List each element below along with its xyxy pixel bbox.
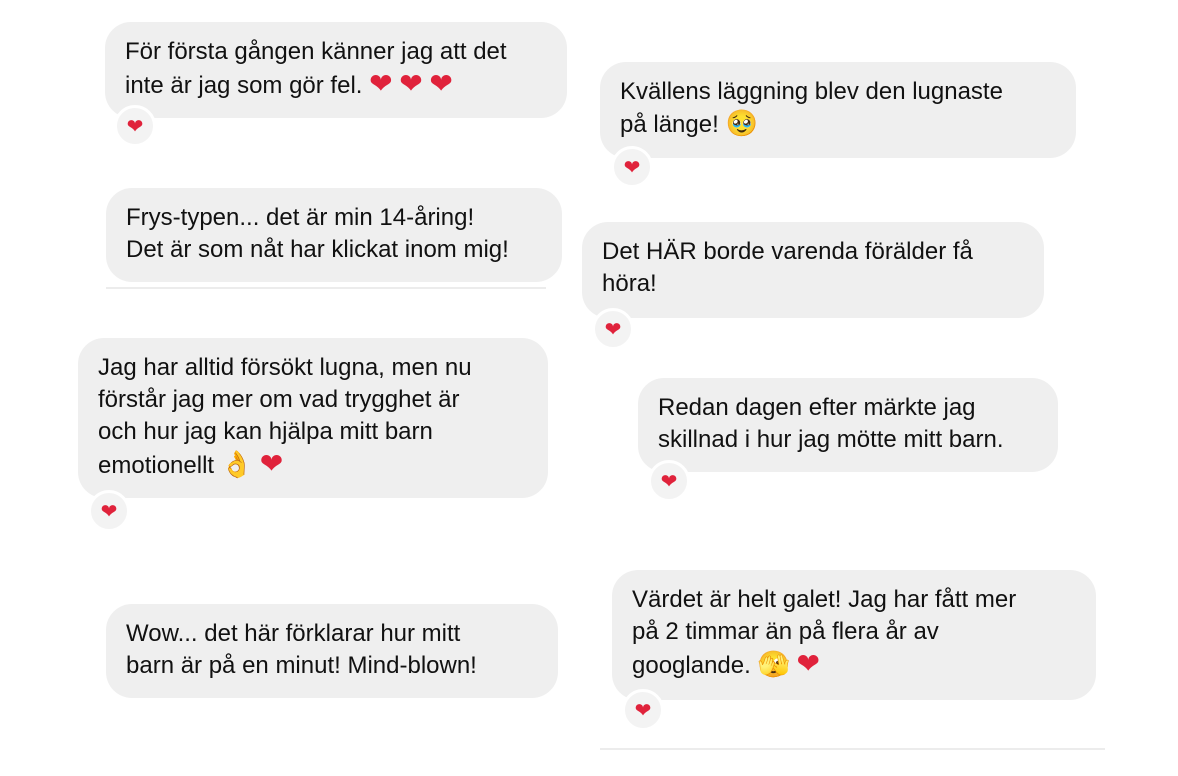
message-bubble[interactable]: Frys-typen... det är min 14-åring! Det ä…: [106, 188, 562, 282]
message-bubble[interactable]: Jag har alltid försökt lugna, men nu för…: [78, 338, 548, 498]
message-text: Redan dagen efter märkte jag: [658, 394, 976, 421]
pleading-face-emoji: 🥹: [725, 109, 758, 139]
message-text: skillnad i hur jag mötte mitt barn.: [658, 426, 1004, 453]
message-bubble[interactable]: Värdet är helt galet! Jag har fått mer p…: [612, 570, 1096, 700]
message-text: Värdet är helt galet! Jag har fått mer: [632, 586, 1017, 613]
heart-reaction-icon[interactable]: ❤: [592, 308, 634, 350]
heart-reaction-icon[interactable]: ❤: [114, 105, 156, 147]
divider: [600, 748, 1105, 750]
heart-emoji: ❤: [399, 67, 423, 100]
message-bubble[interactable]: Kvällens läggning blev den lugnaste på l…: [600, 62, 1076, 158]
heart-emoji: ❤: [429, 67, 453, 100]
message-bubble[interactable]: Det HÄR borde varenda förälder få höra!: [582, 222, 1044, 318]
heart-emoji: ❤: [796, 647, 820, 680]
message-bubble[interactable]: Redan dagen efter märkte jag skillnad i …: [638, 378, 1058, 472]
message-text: googlande.: [632, 652, 751, 679]
message-text: Det är som nåt har klickat inom mig!: [126, 236, 509, 263]
message-text: på länge!: [620, 111, 719, 138]
message-text: Kvällens läggning blev den lugnaste: [620, 78, 1003, 105]
message-bubble[interactable]: För första gången känner jag att det int…: [105, 22, 567, 118]
message-text: Jag har alltid försökt lugna, men nu: [98, 354, 472, 381]
heart-reaction-icon[interactable]: ❤: [622, 689, 664, 731]
message-text: Frys-typen... det är min 14-åring!: [126, 204, 475, 231]
divider: [106, 287, 546, 289]
ok-hand-emoji: 👌: [220, 450, 254, 480]
heart-reaction-icon[interactable]: ❤: [648, 460, 690, 502]
message-text: inte är jag som gör fel.: [125, 72, 363, 99]
heart-emoji: ❤: [369, 67, 393, 100]
message-text: Wow... det här förklarar hur mitt: [126, 620, 461, 647]
message-text: barn är på en minut! Mind-blown!: [126, 652, 477, 679]
heart-reaction-icon[interactable]: ❤: [88, 490, 130, 532]
peeking-face-emoji: 🫣: [757, 650, 790, 680]
message-text: på 2 timmar än på flera år av: [632, 618, 939, 645]
heart-emoji: ❤: [259, 447, 284, 480]
message-text: höra!: [602, 270, 657, 297]
message-text: och hur jag kan hjälpa mitt barn: [98, 418, 433, 445]
heart-reaction-icon[interactable]: ❤: [611, 146, 653, 188]
message-text: emotionellt: [98, 452, 215, 479]
message-text: förstår jag mer om vad trygghet är: [98, 386, 460, 413]
message-text: För första gången känner jag att det: [125, 38, 507, 65]
message-bubble[interactable]: Wow... det här förklarar hur mitt barn ä…: [106, 604, 558, 698]
message-text: Det HÄR borde varenda förälder få: [602, 238, 973, 265]
